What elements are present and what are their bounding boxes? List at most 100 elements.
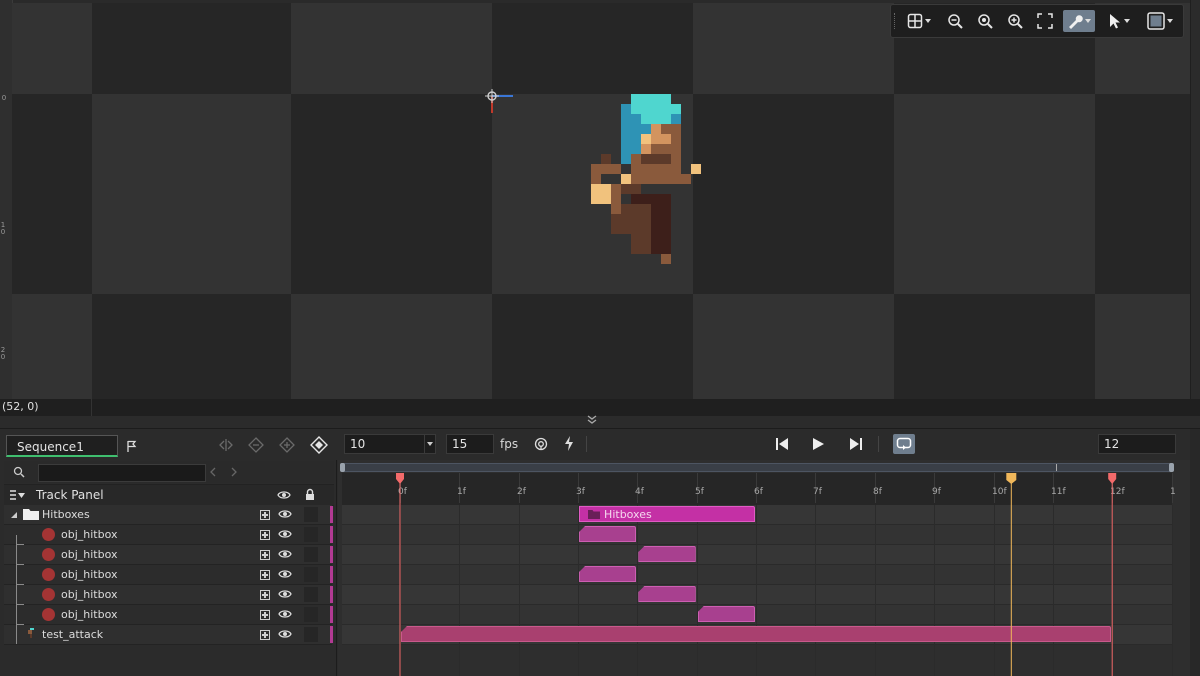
split-icon: [219, 439, 233, 451]
timeline[interactable]: 0f 1f 2f 3f 4f 5f 6f 7f 8f 9f 10f 11f 12f 1 Hitboxes: [338, 460, 1200, 676]
eye-icon[interactable]: [278, 529, 292, 539]
diamond-plus-icon: [279, 437, 295, 453]
remove-key-button[interactable]: [246, 436, 266, 454]
audio-sync-icon[interactable]: [534, 437, 548, 451]
frame-button[interactable]: [1143, 10, 1177, 32]
split-button[interactable]: [216, 436, 236, 454]
sequence-scrollbar[interactable]: [1190, 429, 1200, 676]
tab-label: Sequence1: [17, 440, 84, 454]
lock-toggle[interactable]: [304, 607, 318, 622]
flag-icon: [127, 440, 137, 452]
tree-connector: [16, 535, 17, 644]
track-name: test_attack: [42, 628, 104, 641]
zoom-out-button[interactable]: [943, 10, 967, 32]
eye-icon[interactable]: [278, 549, 292, 559]
track-color-marker: [330, 586, 333, 603]
add-property-icon[interactable]: [260, 530, 270, 540]
play-icon[interactable]: [812, 437, 825, 451]
toolbar-grip[interactable]: [894, 13, 897, 29]
eye-icon[interactable]: [278, 609, 292, 619]
status-divider: [91, 399, 92, 416]
track-row[interactable]: Hitboxes: [4, 505, 333, 525]
lock-icon[interactable]: [305, 488, 315, 501]
skip-to-end-icon[interactable]: [849, 437, 863, 451]
eye-icon[interactable]: [278, 589, 292, 599]
select-tool-button[interactable]: [1103, 10, 1135, 32]
grid-button[interactable]: [901, 10, 937, 32]
ruler-label: 2 0: [0, 346, 6, 361]
lock-toggle[interactable]: [304, 627, 318, 642]
eye-icon[interactable]: [278, 629, 292, 639]
track-name: obj_hitbox: [61, 588, 118, 601]
chevron-right-icon[interactable]: [230, 467, 238, 477]
add-property-icon[interactable]: [260, 630, 270, 640]
collapse-panel-icon[interactable]: [585, 414, 599, 426]
tools-button[interactable]: [1063, 10, 1095, 32]
add-property-icon[interactable]: [260, 510, 270, 520]
add-property-icon[interactable]: [260, 550, 270, 560]
playhead-handle[interactable]: [1006, 473, 1017, 484]
end-marker-handle[interactable]: [1108, 473, 1117, 484]
timeline-scrollbar[interactable]: [340, 463, 1174, 472]
track-row[interactable]: test_attack: [4, 625, 333, 645]
eye-icon[interactable]: [278, 509, 292, 519]
track-row[interactable]: obj_hitbox: [4, 565, 333, 585]
add-track-menu-icon[interactable]: [10, 489, 26, 501]
sprite-icon: [28, 628, 34, 638]
room-canvas[interactable]: 0 1 0 2 0 (52, 0): [0, 0, 1200, 416]
flag-button[interactable]: [124, 438, 140, 454]
tab-sequence[interactable]: Sequence1: [6, 435, 118, 457]
loop-toggle[interactable]: [893, 434, 915, 454]
fps-label: fps: [500, 437, 519, 451]
record-key-button[interactable]: [308, 435, 330, 455]
lock-toggle[interactable]: [304, 587, 318, 602]
eye-icon[interactable]: [277, 490, 291, 500]
checker-cell: [1095, 94, 1190, 294]
add-property-icon[interactable]: [260, 570, 270, 580]
object-icon: [42, 588, 55, 601]
current-frame-field[interactable]: 10: [344, 434, 430, 454]
canvas-scrollbar[interactable]: [1190, 0, 1200, 416]
scroll-handle-left[interactable]: [340, 463, 345, 472]
track-color-marker: [330, 526, 333, 543]
lock-toggle[interactable]: [304, 507, 318, 522]
lock-toggle[interactable]: [304, 547, 318, 562]
checker-cell: [291, 3, 492, 94]
track-row[interactable]: obj_hitbox: [4, 545, 333, 565]
zoom-in-button[interactable]: [1003, 10, 1027, 32]
add-property-icon[interactable]: [260, 590, 270, 600]
divider: [586, 436, 587, 452]
expand-triangle-icon[interactable]: [10, 511, 18, 519]
timeline-markers: [396, 473, 1117, 676]
add-property-icon[interactable]: [260, 610, 270, 620]
fit-view-button[interactable]: [1033, 10, 1057, 32]
scroll-handle-right[interactable]: [1169, 463, 1174, 472]
chevron-left-icon[interactable]: [209, 467, 217, 477]
sequence-tab-bar: Sequence1: [0, 429, 336, 459]
add-key-button[interactable]: [277, 436, 297, 454]
divider: [878, 436, 879, 452]
start-marker-handle[interactable]: [396, 473, 404, 484]
track-row[interactable]: obj_hitbox: [4, 525, 333, 545]
character-sprite[interactable]: [591, 94, 711, 274]
eye-icon[interactable]: [278, 569, 292, 579]
track-search-input[interactable]: [38, 464, 206, 482]
frame-dropdown-button[interactable]: [424, 434, 436, 454]
track-row[interactable]: obj_hitbox: [4, 585, 333, 605]
checker-cell: [492, 3, 693, 94]
sequence-length-field[interactable]: 12: [1098, 434, 1176, 454]
lock-toggle[interactable]: [304, 567, 318, 582]
track-name: Hitboxes: [42, 508, 90, 521]
checker-cell: [693, 294, 894, 399]
origin-gizmo-icon[interactable]: [485, 87, 517, 117]
keyframe-icon: [310, 436, 328, 454]
zoom-reset-button[interactable]: [973, 10, 997, 32]
lightning-icon[interactable]: [564, 436, 574, 451]
skip-to-start-icon[interactable]: [775, 437, 789, 451]
track-row[interactable]: obj_hitbox: [4, 605, 333, 625]
wrench-icon: [1069, 15, 1083, 29]
checker-cell: [894, 294, 1095, 399]
fps-field[interactable]: 15: [446, 434, 494, 454]
track-panel-title: Track Panel: [36, 488, 104, 502]
lock-toggle[interactable]: [304, 527, 318, 542]
